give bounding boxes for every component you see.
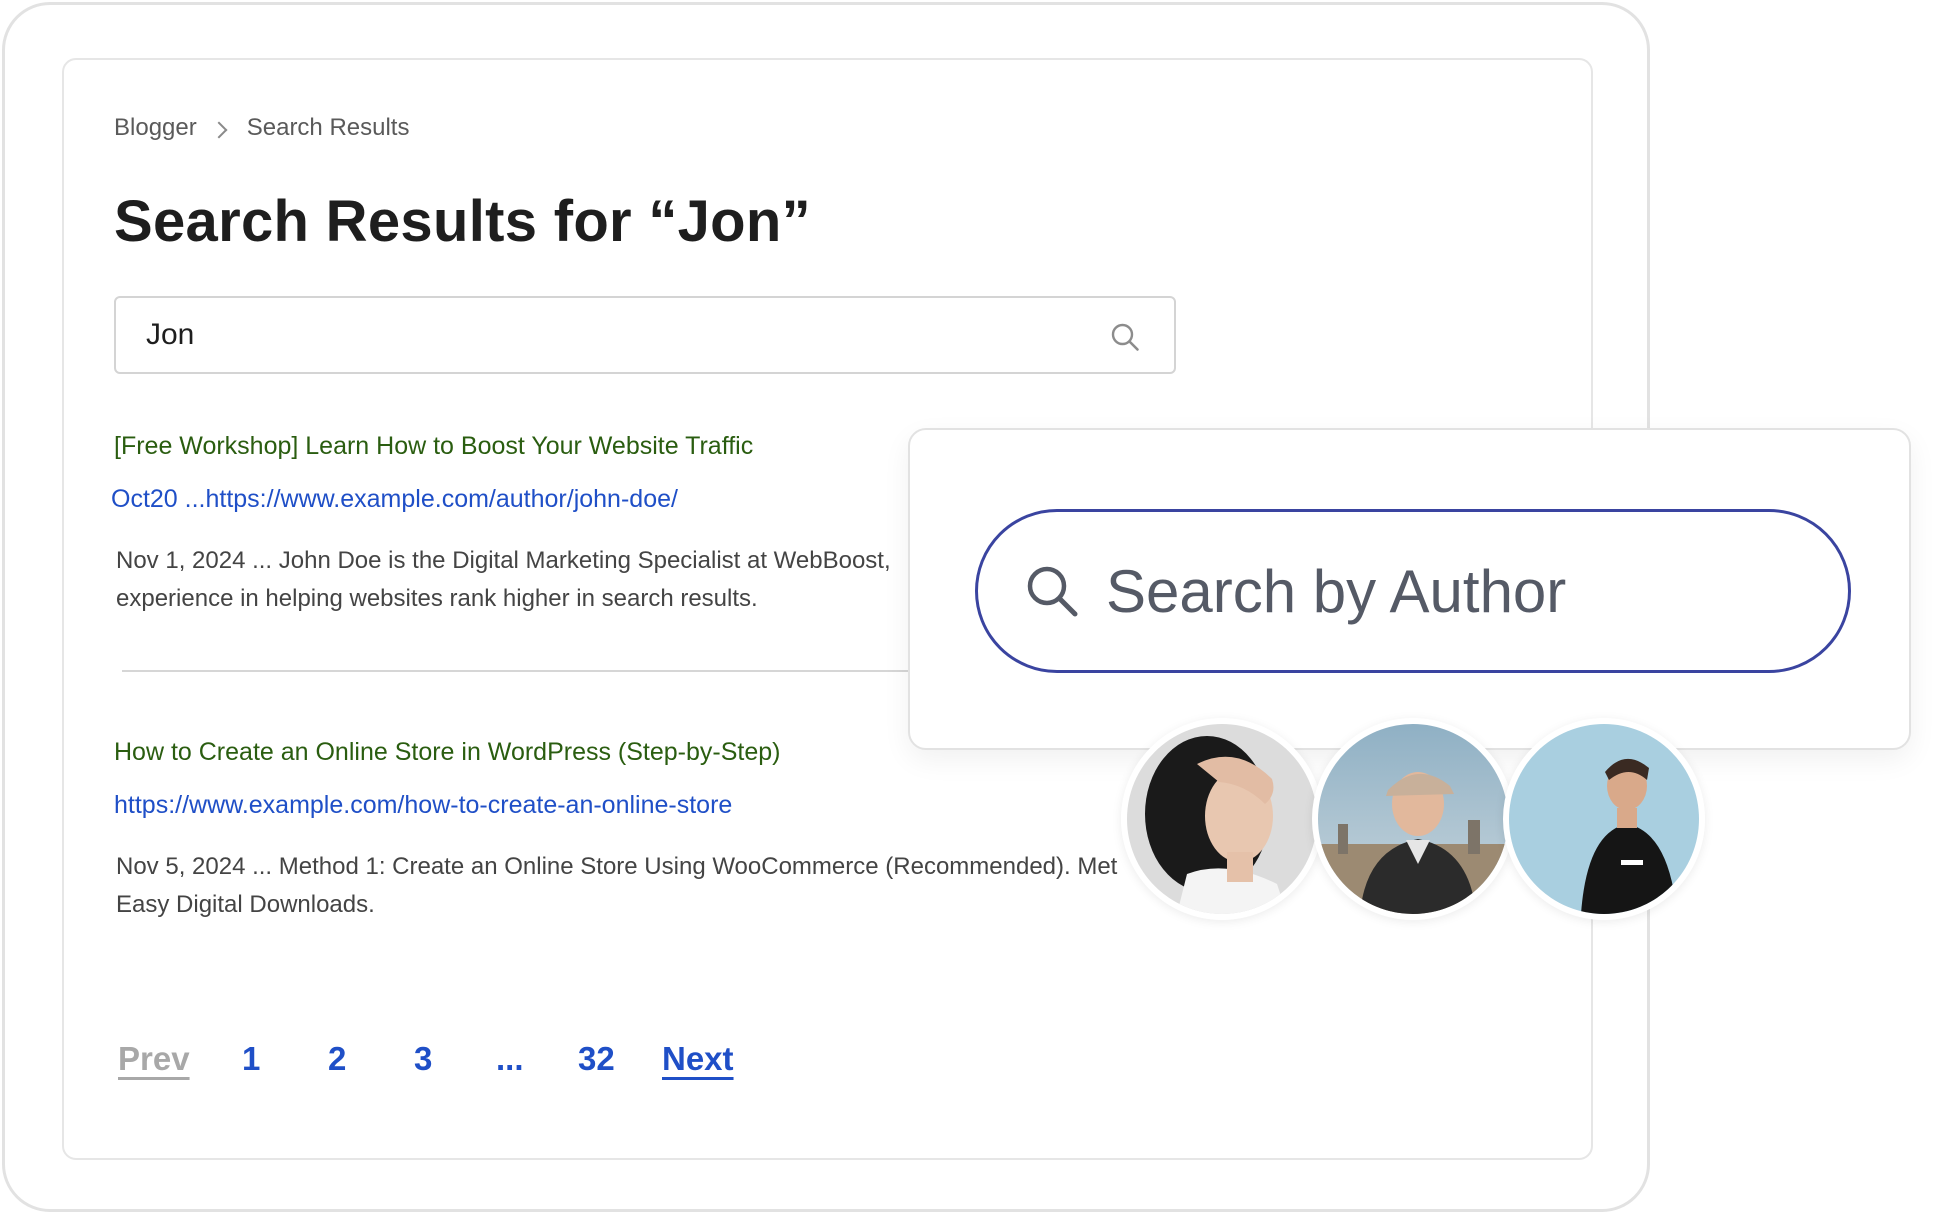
author-search-card (908, 428, 1911, 750)
result-title-link[interactable]: [Free Workshop] Learn How to Boost Your … (114, 432, 753, 461)
pagination-page-1[interactable]: 1 (242, 1040, 260, 1078)
page-title: Search Results for “Jon” (114, 189, 811, 254)
avatar[interactable] (1312, 718, 1514, 920)
avatar-man-cap-image (1318, 724, 1508, 914)
breadcrumb-item-blogger[interactable]: Blogger (114, 114, 197, 142)
search-icon[interactable] (1110, 322, 1140, 352)
result-url-link[interactable]: Oct20 ...https://www.example.com/author/… (111, 485, 678, 514)
author-search-box (975, 509, 1851, 673)
breadcrumb-item-current: Search Results (246, 114, 410, 141)
pagination-page-3[interactable]: 3 (414, 1040, 432, 1078)
search-icon[interactable] (1024, 563, 1080, 619)
author-search-input[interactable] (1106, 556, 1806, 626)
avatar-woman-image (1127, 724, 1317, 914)
pagination-next[interactable]: Next (662, 1040, 734, 1078)
pagination-ellipsis: ... (496, 1040, 524, 1077)
result-snippet-line: Nov 1, 2024 ... John Doe is the Digital … (116, 547, 891, 574)
result-snippet-line: Nov 5, 2024 ... Method 1: Create an Onli… (116, 853, 1118, 880)
chevron-right-icon (210, 121, 228, 139)
pagination-prev[interactable]: Prev (118, 1040, 190, 1078)
result-title-link[interactable]: How to Create an Online Store in WordPre… (114, 738, 781, 767)
pagination-page-2[interactable]: 2 (328, 1040, 346, 1078)
search-box (114, 296, 1176, 374)
avatar-man-tshirt-image (1509, 724, 1699, 914)
result-snippet: Nov 5, 2024 ... Method 1: Create an Onli… (116, 848, 1117, 924)
pagination-page-32[interactable]: 32 (578, 1040, 615, 1078)
avatar[interactable] (1121, 718, 1323, 920)
result-snippet-line: Easy Digital Downloads. (116, 891, 375, 918)
result-url-link[interactable]: https://www.example.com/how-to-create-an… (114, 791, 732, 820)
avatar[interactable] (1503, 718, 1705, 920)
result-snippet-line: experience in helping websites rank high… (116, 585, 758, 612)
search-input[interactable] (146, 298, 1086, 372)
breadcrumb: Blogger Search Results (114, 114, 409, 142)
result-snippet: Nov 1, 2024 ... John Doe is the Digital … (116, 542, 891, 618)
